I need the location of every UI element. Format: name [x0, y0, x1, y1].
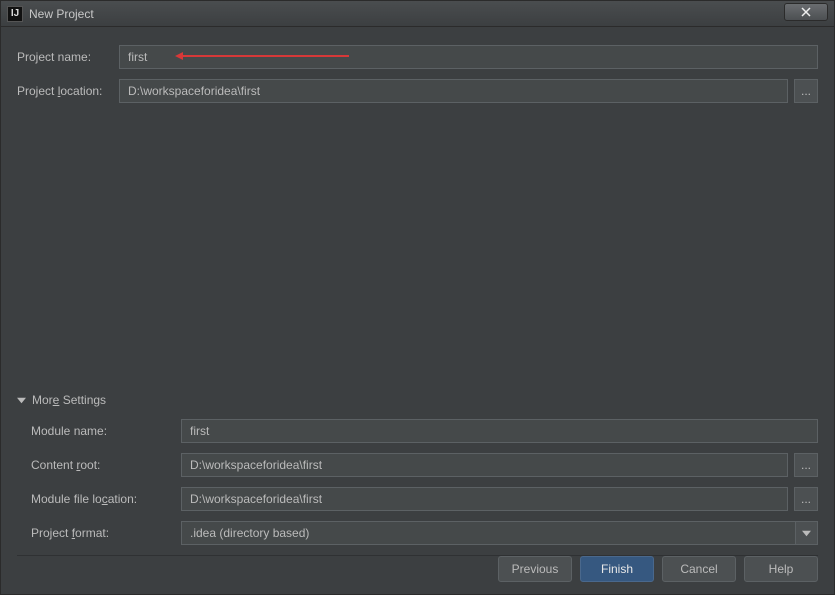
chevron-down-icon [17, 396, 26, 405]
previous-button[interactable]: Previous [498, 556, 572, 582]
finish-button[interactable]: Finish [580, 556, 654, 582]
titlebar: IJ New Project [1, 1, 834, 27]
help-button[interactable]: Help [744, 556, 818, 582]
cancel-button[interactable]: Cancel [662, 556, 736, 582]
more-settings-label: More Settings [32, 393, 106, 407]
project-format-value: .idea (directory based) [190, 526, 309, 540]
row-project-format: Project format: .idea (directory based) [31, 521, 818, 545]
annotation-arrow [179, 55, 349, 57]
more-settings-toggle[interactable]: More Settings [17, 393, 818, 407]
more-settings-body: Module name: Content root: ... Module fi… [17, 419, 818, 545]
project-name-input[interactable] [119, 45, 818, 69]
close-button[interactable] [784, 3, 828, 21]
row-module-name: Module name: [31, 419, 818, 443]
app-icon: IJ [7, 6, 23, 22]
module-name-label: Module name: [31, 424, 181, 438]
browse-module-file-button[interactable]: ... [794, 487, 818, 511]
project-format-dropdown[interactable]: .idea (directory based) [181, 521, 818, 545]
chevron-down-icon [795, 522, 817, 544]
row-project-location: Project location: ... [17, 79, 818, 103]
project-format-label: Project format: [31, 526, 181, 540]
project-location-label: Project location: [17, 84, 119, 98]
project-name-label: Project name: [17, 50, 119, 64]
dialog-content: Project name: Project location: ... [1, 27, 834, 103]
module-file-location-label: Module file location: [31, 492, 181, 506]
module-file-location-input[interactable] [181, 487, 788, 511]
new-project-dialog: IJ New Project Project name: Project loc… [0, 0, 835, 595]
content-root-input[interactable] [181, 453, 788, 477]
module-name-input[interactable] [181, 419, 818, 443]
row-content-root: Content root: ... [31, 453, 818, 477]
row-module-file-location: Module file location: ... [31, 487, 818, 511]
project-location-input[interactable] [119, 79, 788, 103]
more-settings-section: More Settings Module name: Content root:… [17, 393, 818, 568]
dialog-footer: Previous Finish Cancel Help [498, 556, 818, 582]
browse-location-button[interactable]: ... [794, 79, 818, 103]
window-title: New Project [29, 7, 94, 21]
row-project-name: Project name: [17, 45, 818, 69]
browse-content-root-button[interactable]: ... [794, 453, 818, 477]
content-root-label: Content root: [31, 458, 181, 472]
